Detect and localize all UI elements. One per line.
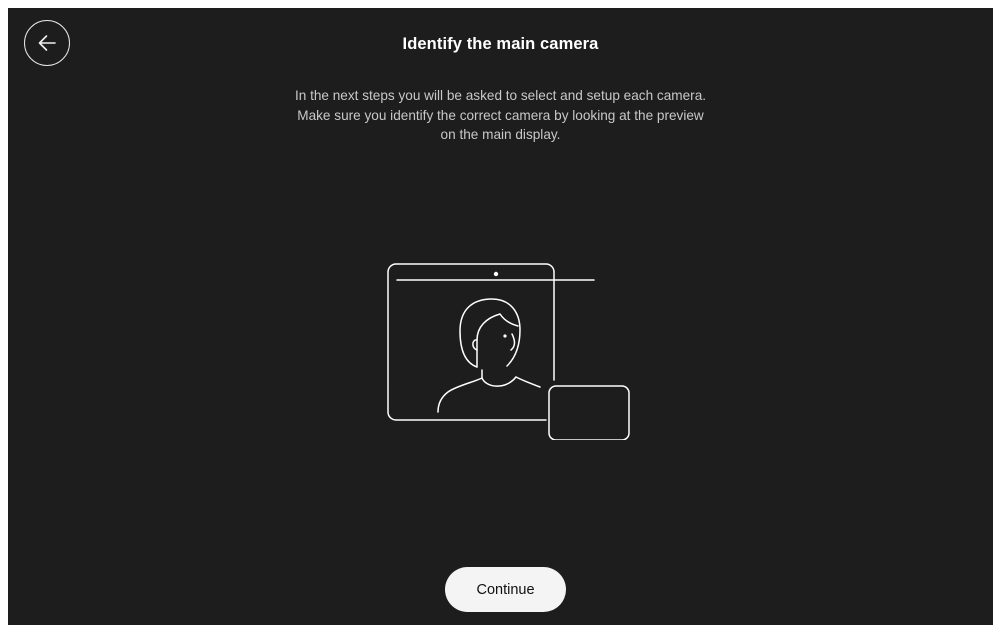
instructions-line: on the main display. — [440, 127, 561, 142]
camera-setup-screen: Identify the main camera In the next ste… — [8, 8, 993, 625]
instructions-line: Make sure you identify the correct camer… — [297, 107, 704, 123]
display-with-camera-person-illustration — [387, 263, 630, 440]
page-title: Identify the main camera — [402, 35, 599, 53]
instructions-line: In the next steps you will be asked to s… — [294, 88, 707, 103]
continue-button[interactable]: Continue — [445, 567, 566, 612]
instructions-text: In the next steps you will be asked to s… — [248, 86, 753, 145]
